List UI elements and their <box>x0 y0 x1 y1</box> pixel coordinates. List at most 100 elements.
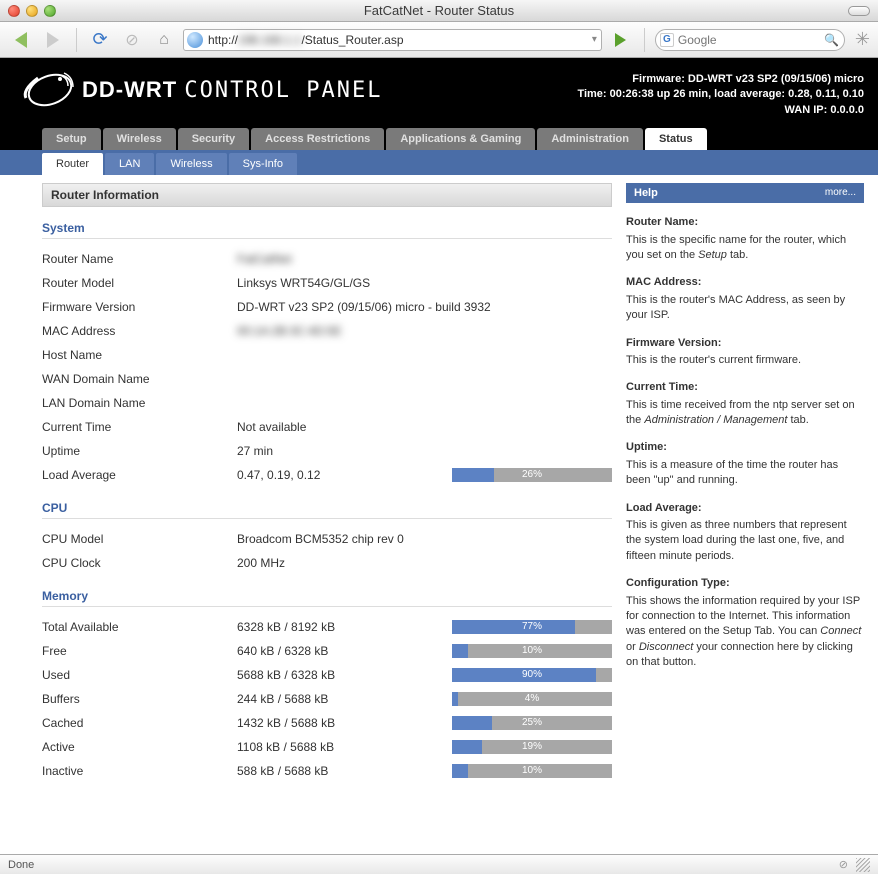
label: Firmware Version <box>42 300 237 314</box>
help-term: Firmware Version: <box>626 336 864 351</box>
progress-bar: 77% <box>452 620 612 634</box>
tab-setup[interactable]: Setup <box>42 128 101 150</box>
activity-indicator-icon: ✳ <box>851 29 870 50</box>
label: CPU Clock <box>42 556 237 570</box>
separator <box>644 28 645 52</box>
memory-legend: Memory <box>42 589 612 607</box>
separator <box>76 28 77 52</box>
value: 640 kB / 6328 kB <box>237 644 452 658</box>
value: 1108 kB / 5688 kB <box>237 740 452 754</box>
help-term: Router Name: <box>626 215 864 230</box>
url-host: 198.168.1.1 <box>238 33 301 47</box>
label: Buffers <box>42 692 237 706</box>
cpu-fieldset: CPU CPU ModelBroadcom BCM5352 chip rev 0… <box>42 501 612 575</box>
url-prefix: http:// <box>208 33 238 47</box>
value: 27 min <box>237 444 612 458</box>
window-title: FatCatNet - Router Status <box>0 3 878 18</box>
label: Inactive <box>42 764 237 778</box>
subtab-lan[interactable]: LAN <box>105 153 154 175</box>
tab-status[interactable]: Status <box>645 128 707 150</box>
reload-button[interactable]: ⟳ <box>87 27 113 53</box>
tab-administration[interactable]: Administration <box>537 128 643 150</box>
value: DD-WRT v23 SP2 (09/15/06) micro - build … <box>237 300 612 314</box>
subtab-sys-info[interactable]: Sys-Info <box>229 153 297 175</box>
tab-security[interactable]: Security <box>178 128 249 150</box>
label: Current Time <box>42 420 237 434</box>
resize-handle[interactable] <box>856 858 870 872</box>
back-button[interactable] <box>8 27 34 53</box>
value: 6328 kB / 8192 kB <box>237 620 452 634</box>
label: MAC Address <box>42 324 237 338</box>
tab-applications-gaming[interactable]: Applications & Gaming <box>386 128 535 150</box>
header-status: Firmware: DD-WRT v23 SP2 (09/15/06) micr… <box>577 68 864 118</box>
help-term: Load Average: <box>626 501 864 516</box>
help-body: Router Name: This is the specific name fo… <box>626 215 864 670</box>
go-button[interactable] <box>608 27 634 53</box>
help-desc: This is the specific name for the router… <box>626 233 864 264</box>
help-desc: This is a measure of the time the router… <box>626 458 864 489</box>
row-current-time: Current TimeNot available <box>42 415 612 439</box>
row-cpu-clock: CPU Clock200 MHz <box>42 551 612 575</box>
forward-button[interactable] <box>40 27 66 53</box>
row-active: Active1108 kB / 5688 kB19% <box>42 735 612 759</box>
label: Uptime <box>42 444 237 458</box>
url-bar[interactable]: http:// 198.168.1.1 /Status_Router.asp ▾ <box>183 29 602 51</box>
progress-bar: 10% <box>452 644 612 658</box>
row-used: Used5688 kB / 6328 kB90% <box>42 663 612 687</box>
tab-access-restrictions[interactable]: Access Restrictions <box>251 128 384 150</box>
help-desc: This is time received from the ntp serve… <box>626 398 864 429</box>
brand-name: DD-WRT <box>82 77 177 102</box>
subtab-router[interactable]: Router <box>42 153 103 175</box>
toolbar-toggle-button[interactable] <box>848 6 870 16</box>
row-cached: Cached1432 kB / 5688 kB25% <box>42 711 612 735</box>
help-desc: This is given as three numbers that repr… <box>626 518 864 564</box>
close-window-button[interactable] <box>8 5 20 17</box>
help-term: MAC Address: <box>626 275 864 290</box>
label: Host Name <box>42 348 237 362</box>
help-desc: This is the router's current firmware. <box>626 353 864 368</box>
help-desc: This shows the information required by y… <box>626 594 864 671</box>
url-path: /Status_Router.asp <box>301 33 403 47</box>
brand-logo: DD-WRT CONTROL PANEL <box>20 68 383 112</box>
page-content[interactable]: DD-WRT CONTROL PANEL Firmware: DD-WRT v2… <box>0 58 878 854</box>
value: 5688 kB / 6328 kB <box>237 668 452 682</box>
brand-subtitle: CONTROL PANEL <box>184 78 382 103</box>
browser-statusbar: Done ⊘ <box>0 854 878 874</box>
help-more-link[interactable]: more... <box>825 187 856 199</box>
value: Broadcom BCM5352 chip rev 0 <box>237 532 612 546</box>
label: Router Name <box>42 252 237 266</box>
search-input[interactable] <box>678 33 820 47</box>
progress-bar: 4% <box>452 692 612 706</box>
search-bar[interactable]: G 🔍 <box>655 29 845 51</box>
subtab-wireless[interactable]: Wireless <box>156 153 226 175</box>
zoom-window-button[interactable] <box>44 5 56 17</box>
security-icon: ⊘ <box>839 858 848 871</box>
row-total-available: Total Available6328 kB / 8192 kB77% <box>42 615 612 639</box>
system-fieldset: System Router NameFatCatNetRouter ModelL… <box>42 221 612 487</box>
row-host-name: Host Name <box>42 343 612 367</box>
google-icon: G <box>660 33 674 47</box>
window-titlebar: FatCatNet - Router Status <box>0 0 878 22</box>
label: LAN Domain Name <box>42 396 237 410</box>
magnifier-icon: 🔍 <box>824 33 839 47</box>
sub-tabs: RouterLANWirelessSys-Info <box>0 150 878 175</box>
stop-button[interactable]: ⊘ <box>119 27 145 53</box>
row-uptime: Uptime27 min <box>42 439 612 463</box>
tab-wireless[interactable]: Wireless <box>103 128 176 150</box>
url-dropdown-icon[interactable]: ▾ <box>592 34 597 45</box>
wanip-line: WAN IP: 0.0.0.0 <box>577 103 864 118</box>
home-button[interactable]: ⌂ <box>151 27 177 53</box>
value: Linksys WRT54G/GL/GS <box>237 276 612 290</box>
row-router-name: Router NameFatCatNet <box>42 247 612 271</box>
minimize-window-button[interactable] <box>26 5 38 17</box>
value: 244 kB / 5688 kB <box>237 692 452 706</box>
play-icon <box>615 33 626 47</box>
row-router-model: Router ModelLinksys WRT54G/GL/GS <box>42 271 612 295</box>
value: 588 kB / 5688 kB <box>237 764 452 778</box>
progress-bar: 19% <box>452 740 612 754</box>
help-term: Uptime: <box>626 440 864 455</box>
value: 00:1A:2B:3C:4D:5E <box>237 324 612 338</box>
globe-icon <box>187 32 203 48</box>
help-title: Help <box>634 187 658 199</box>
firmware-line: Firmware: DD-WRT v23 SP2 (09/15/06) micr… <box>577 72 864 87</box>
